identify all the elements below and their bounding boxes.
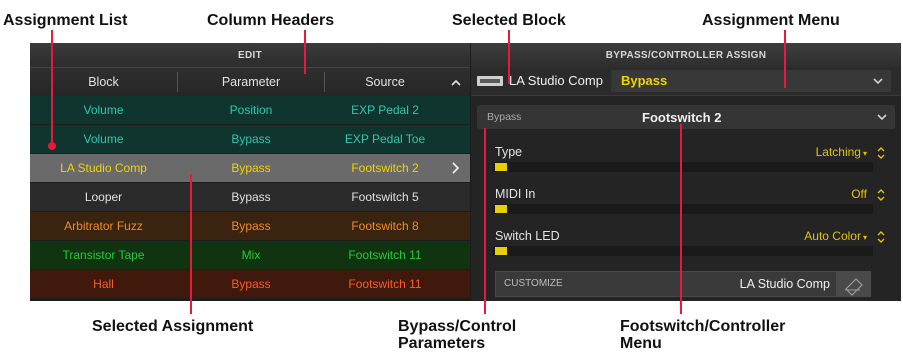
callout-selected-block: Selected Block [452, 12, 566, 29]
param-slider-track[interactable] [493, 246, 873, 256]
callout-line-assignment-list [51, 30, 53, 146]
param-label: MIDI In [495, 187, 536, 201]
chevron-down-icon [877, 114, 887, 121]
table-row[interactable]: Looper Bypass Footswitch 5 [30, 183, 470, 211]
table-row[interactable]: Hall Bypass Footswitch 11 [30, 270, 470, 298]
callout-dot [48, 142, 56, 150]
stepper-icon[interactable] [877, 230, 885, 245]
footswitch-menu-label: Bypass [487, 111, 522, 123]
cell-source: Footswitch 5 [351, 190, 419, 204]
callout-assignment-menu: Assignment Menu [702, 12, 840, 29]
chevron-down-icon [873, 78, 883, 85]
cell-block: Transistor Tape [62, 248, 145, 262]
column-headers: Block Parameter Source [30, 67, 470, 96]
cell-parameter: Bypass [231, 277, 271, 291]
cell-source: Footswitch 8 [351, 219, 419, 233]
callout-line-assignment-menu [784, 30, 786, 88]
param-value[interactable]: Latching ▾ [816, 145, 867, 159]
param-value[interactable]: Auto Color ▾ [804, 229, 867, 243]
cell-source: Footswitch 11 [348, 277, 422, 291]
cell-parameter: Position [229, 103, 273, 117]
param-slider-handle[interactable] [495, 163, 507, 171]
chevron-up-icon[interactable] [445, 68, 467, 96]
cell-source: EXP Pedal Toe [344, 132, 426, 146]
eraser-icon[interactable] [836, 272, 870, 296]
customize-bar[interactable]: CUSTOMIZE LA Studio Comp [495, 271, 871, 297]
callout-bypass-params-2: Parameters [398, 335, 486, 352]
selected-block-name: LA Studio Comp [509, 73, 603, 88]
param-row[interactable]: Type Latching ▾ [471, 145, 901, 185]
stepper-icon[interactable] [877, 188, 885, 203]
cell-block: Hall [93, 277, 114, 291]
cell-parameter: Bypass [231, 190, 271, 204]
cell-source: Footswitch 11 [348, 248, 422, 262]
cell-block: LA Studio Comp [60, 161, 147, 175]
callout-line-selected-block [508, 30, 510, 84]
header-parameter[interactable]: Parameter [178, 68, 324, 96]
header-source[interactable]: Source [325, 68, 445, 96]
callout-bypass-params-1: Bypass/Control [398, 318, 517, 335]
table-row[interactable]: Arbitrator Fuzz Bypass Footswitch 8 [30, 212, 470, 240]
footswitch-menu-value: Footswitch 2 [642, 110, 722, 125]
customize-label: CUSTOMIZE [504, 278, 563, 289]
callout-line-footswitch-menu [680, 124, 682, 314]
assignment-menu-value: Bypass [621, 73, 668, 88]
table-row-selected[interactable]: LA Studio Comp Bypass Footswitch 2 [30, 154, 470, 182]
table-row[interactable]: Volume Position EXP Pedal 2 [30, 96, 470, 124]
tab-edit[interactable]: EDIT [30, 43, 470, 67]
cell-parameter: Bypass [231, 132, 271, 146]
callout-assignment-list: Assignment List [3, 12, 128, 29]
param-row[interactable]: Switch LED Auto Color ▾ [471, 229, 901, 269]
tab-bypass-controller-assign[interactable]: BYPASS/CONTROLLER ASSIGN [471, 43, 901, 67]
callout-line-selected-assignment [190, 174, 192, 314]
param-slider-handle[interactable] [495, 247, 507, 255]
cell-block: Looper [84, 190, 123, 204]
callout-footswitch-menu-1: Footswitch/Controller [620, 318, 786, 335]
callout-line-bypass-params [484, 128, 486, 314]
cell-source: Footswitch 2 [351, 161, 419, 175]
caret-down-icon: ▾ [862, 233, 867, 242]
cell-parameter: Bypass [231, 219, 271, 233]
callout-line-column-headers [304, 30, 306, 74]
param-slider-track[interactable] [493, 162, 873, 172]
customize-value: LA Studio Comp [739, 277, 830, 291]
param-value[interactable]: Off [851, 187, 867, 201]
callout-selected-assignment: Selected Assignment [92, 318, 254, 335]
param-label: Switch LED [495, 229, 560, 243]
callout-footswitch-menu-2: Menu [620, 335, 662, 352]
assign-panel: LA Studio Comp Bypass Bypass Footswitch … [471, 67, 901, 301]
selected-block-bar: LA Studio Comp Bypass [471, 67, 901, 96]
cell-source: EXP Pedal 2 [351, 103, 419, 117]
table-row[interactable]: Transistor Tape Mix Footswitch 11 [30, 241, 470, 269]
callout-column-headers: Column Headers [207, 12, 335, 29]
footswitch-controller-menu[interactable]: Bypass Footswitch 2 [477, 105, 895, 129]
cell-parameter: Bypass [231, 161, 271, 175]
block-thumbnail-icon [477, 76, 503, 86]
param-row[interactable]: MIDI In Off [471, 187, 901, 227]
tab-bar: EDIT BYPASS/CONTROLLER ASSIGN [30, 43, 901, 67]
app-window: EDIT BYPASS/CONTROLLER ASSIGN Block Para… [30, 43, 901, 301]
param-slider-track[interactable] [493, 204, 873, 214]
table-row[interactable]: Volume Bypass EXP Pedal Toe [30, 125, 470, 153]
chevron-right-icon[interactable] [445, 154, 467, 182]
cell-block: Arbitrator Fuzz [64, 219, 143, 233]
caret-down-icon: ▾ [862, 149, 867, 158]
stepper-icon[interactable] [877, 146, 885, 161]
cell-parameter: Mix [241, 248, 261, 262]
assignment-menu[interactable]: Bypass [611, 70, 891, 92]
param-label: Type [495, 145, 523, 159]
param-slider-handle[interactable] [495, 205, 507, 213]
